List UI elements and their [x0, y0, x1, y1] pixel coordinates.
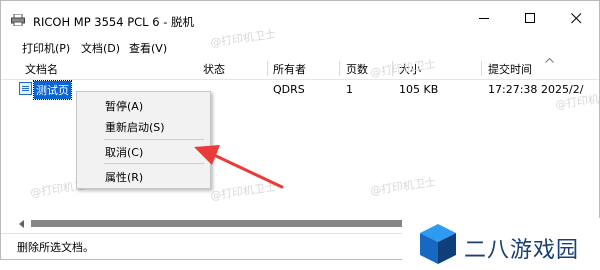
menu-document[interactable]: 文档(D) — [81, 40, 120, 56]
document-time: 17:27:38 — [488, 83, 538, 96]
minimize-icon — [478, 17, 489, 19]
column-header-submitted[interactable]: 提交时间 — [488, 61, 532, 77]
title-bar[interactable]: RICOH MP 3554 PCL 6 - 脱机 — [1, 1, 599, 35]
scroll-left-icon — [19, 220, 24, 228]
minimize-button[interactable] — [461, 1, 507, 35]
close-button[interactable] — [553, 1, 599, 35]
maximize-icon — [524, 12, 535, 23]
scroll-thumb[interactable] — [31, 220, 403, 227]
logo-cube-icon — [420, 224, 456, 264]
column-divider[interactable] — [481, 61, 482, 76]
document-pages: 1 — [346, 83, 353, 96]
maximize-button[interactable] — [507, 1, 553, 35]
column-header-document-name[interactable]: 文档名 — [25, 61, 58, 77]
column-header-status[interactable]: 状态 — [203, 61, 225, 77]
scroll-left-button[interactable] — [15, 217, 29, 231]
window-title: RICOH MP 3554 PCL 6 - 脱机 — [33, 15, 195, 29]
menu-printer[interactable]: 打印机(P) — [22, 40, 70, 56]
column-divider[interactable] — [267, 61, 268, 76]
column-header-owner[interactable]: 所有者 — [273, 61, 306, 77]
menu-item-cancel[interactable]: 取消(C) — [105, 144, 143, 160]
close-icon — [570, 12, 581, 23]
sort-chevron-icon — [545, 58, 554, 63]
document-icon — [19, 82, 32, 95]
column-divider[interactable] — [339, 61, 340, 76]
menu-item-restart[interactable]: 重新启动(S) — [105, 119, 165, 135]
annotation-arrow-icon — [194, 145, 284, 189]
menu-view[interactable]: 查看(V) — [129, 40, 167, 56]
column-headers: 文档名 状态 所有者 页数 大小 提交时间 — [1, 57, 599, 80]
document-size: 105 KB — [399, 83, 439, 96]
status-text: 删除所选文档。 — [17, 241, 94, 254]
logo-text: 二八游戏园 — [464, 238, 580, 263]
document-owner: QDRS — [273, 83, 305, 96]
column-header-pages[interactable]: 页数 — [346, 61, 368, 77]
document-name[interactable]: 测试页 — [33, 80, 72, 100]
printer-icon — [11, 14, 25, 26]
site-logo: 二八游戏园 — [402, 218, 600, 270]
menu-item-properties[interactable]: 属性(R) — [105, 169, 143, 185]
menu-item-pause[interactable]: 暂停(A) — [105, 98, 143, 114]
